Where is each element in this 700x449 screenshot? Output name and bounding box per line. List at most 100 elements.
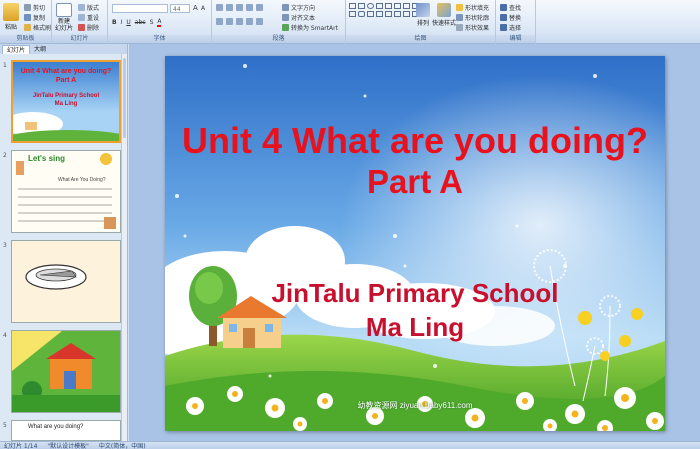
align-right-icon[interactable] xyxy=(236,18,243,25)
slide-watermark: 幼教资源网 ziyuan.baby611.com xyxy=(357,401,473,410)
slide-thumbnail-4[interactable] xyxy=(11,330,121,413)
shape-outline-button[interactable]: 形状轮廓 xyxy=(456,13,489,22)
arrange-button[interactable]: 排列 xyxy=(416,3,430,27)
text-direction-label: 文字方向 xyxy=(291,5,316,12)
clipboard-group-label: 剪贴板 xyxy=(0,35,51,43)
find-label: 查找 xyxy=(509,5,522,12)
shape-line-icon[interactable] xyxy=(349,3,356,9)
replace-button[interactable]: 替换 xyxy=(500,13,521,22)
layout-label: 版式 xyxy=(87,5,100,12)
new-slide-button[interactable]: 新建 幻灯片 xyxy=(55,3,73,32)
select-label: 选择 xyxy=(509,25,522,32)
slide-school-name[interactable]: JinTalu Primary School xyxy=(165,278,665,309)
underline-icon[interactable]: U xyxy=(126,19,130,26)
slide-thumbnail-1[interactable]: Unit 4 What are you doing? Part A JinTal… xyxy=(11,60,121,143)
drawing-group: 排列 快速样式 形状填充 形状轮廓 形状效果 绘图 xyxy=(346,0,496,44)
paste-label: 粘贴 xyxy=(4,24,17,31)
strikethrough-icon[interactable]: abc xyxy=(135,19,146,26)
paragraph-tools-row1 xyxy=(216,4,263,11)
align-center-icon[interactable] xyxy=(226,18,233,25)
slide-teacher-name[interactable]: Ma Ling xyxy=(165,312,665,343)
reset-label: 重设 xyxy=(87,15,100,22)
layout-button[interactable]: 版式 xyxy=(78,3,99,12)
justify-icon[interactable] xyxy=(246,18,253,25)
shadow-icon[interactable]: S xyxy=(150,19,154,26)
italic-icon[interactable]: I xyxy=(121,19,123,26)
shape-triangle-icon[interactable] xyxy=(376,3,383,9)
font-name-box[interactable] xyxy=(112,4,168,13)
shrink-font-icon[interactable]: A xyxy=(201,5,205,12)
shape-star-icon[interactable] xyxy=(394,3,401,9)
pane-scrollbar[interactable] xyxy=(121,54,127,441)
thumb-2-subtitle: What Are You Doing? xyxy=(58,177,106,183)
shape-bracket-icon[interactable] xyxy=(376,11,383,17)
clipboard-group: 粘贴 剪切 复制 格式刷 剪贴板 xyxy=(0,0,52,44)
shape-heart-icon[interactable] xyxy=(394,11,401,17)
slide-thumbnail-2[interactable]: Let's sing What Are You Doing? xyxy=(11,150,121,233)
thumb-4-art xyxy=(12,331,120,412)
delete-label: 删除 xyxy=(87,25,100,32)
shape-moon-icon[interactable] xyxy=(403,11,410,17)
format-painter-button[interactable]: 格式刷 xyxy=(24,23,51,32)
quick-styles-label: 快速样式 xyxy=(432,20,457,27)
numbering-icon[interactable] xyxy=(226,4,233,11)
increase-indent-icon[interactable] xyxy=(246,4,253,11)
paste-icon xyxy=(3,3,19,21)
smartart-button[interactable]: 转换为 SmartArt xyxy=(282,23,338,32)
find-button[interactable]: 查找 xyxy=(500,3,521,12)
decrease-indent-icon[interactable] xyxy=(236,4,243,11)
shape-round-rect-icon[interactable] xyxy=(358,11,365,17)
cursor-icon xyxy=(500,24,507,31)
shape-rect-icon[interactable] xyxy=(358,3,365,9)
align-text-button[interactable]: 对齐文本 xyxy=(282,13,315,22)
grow-font-icon[interactable]: A xyxy=(193,4,198,12)
paste-button[interactable]: 粘贴 xyxy=(3,3,19,31)
line-spacing-icon[interactable] xyxy=(256,4,263,11)
reset-button[interactable]: 重设 xyxy=(78,13,99,22)
thumb-1-title-line2: Part A xyxy=(55,77,77,84)
pane-scrollbar-thumb[interactable] xyxy=(123,58,126,138)
paragraph-tools-row2 xyxy=(216,18,263,25)
effects-icon xyxy=(456,24,463,31)
paint-bucket-icon xyxy=(456,4,463,11)
text-direction-button[interactable]: 文字方向 xyxy=(282,3,315,12)
slide-title-line1[interactable]: Unit 4 What are you doing? xyxy=(165,120,665,162)
paragraph-group: 文字方向 对齐文本 转换为 SmartArt 段落 xyxy=(212,0,346,44)
slide-thumbnail-3[interactable] xyxy=(11,240,121,323)
shape-callout-icon[interactable] xyxy=(403,3,410,9)
shape-fill-button[interactable]: 形状填充 xyxy=(456,3,489,12)
bold-icon[interactable]: B xyxy=(112,19,117,26)
quick-styles-button[interactable]: 快速样式 xyxy=(432,3,456,27)
shape-effects-button[interactable]: 形状效果 xyxy=(456,23,489,32)
brush-icon xyxy=(24,24,31,31)
copy-icon xyxy=(24,14,31,21)
tab-slides[interactable]: 幻灯片 xyxy=(2,45,31,54)
shape-brace-icon[interactable] xyxy=(367,11,374,17)
shape-pentagon-icon[interactable] xyxy=(385,11,392,17)
smartart-icon xyxy=(282,24,289,31)
replace-label: 替换 xyxy=(509,15,522,22)
select-button[interactable]: 选择 xyxy=(500,23,521,32)
current-slide[interactable]: Unit 4 What are you doing? Part A JinTal… xyxy=(165,56,665,431)
shape-curve-icon[interactable] xyxy=(349,11,356,17)
slide-thumbnail-pane: 幻灯片 大纲 1 Unit 4 What are you doing? Part… xyxy=(0,44,128,441)
font-size-box[interactable]: 44 xyxy=(170,4,190,13)
delete-button[interactable]: 删除 xyxy=(78,23,99,32)
shape-oval-icon[interactable] xyxy=(367,3,374,9)
tab-outline[interactable]: 大纲 xyxy=(30,45,50,54)
slide-number: 2 xyxy=(3,152,7,159)
layout-icon xyxy=(78,4,85,11)
columns-icon[interactable] xyxy=(256,18,263,25)
thumb-2-art xyxy=(16,153,116,229)
font-color-icon[interactable]: A xyxy=(157,18,162,27)
bullets-icon[interactable] xyxy=(216,4,223,11)
arrange-icon xyxy=(416,3,430,17)
copy-button[interactable]: 复制 xyxy=(24,13,45,22)
slide-thumbnail-5[interactable]: What are you doing? xyxy=(11,420,121,441)
shape-arrow-icon[interactable] xyxy=(385,3,392,9)
shapes-gallery[interactable] xyxy=(349,3,419,17)
slide-title-line2[interactable]: Part A xyxy=(165,163,665,201)
font-group-label: 字体 xyxy=(108,35,211,43)
align-left-icon[interactable] xyxy=(216,18,223,25)
cut-button[interactable]: 剪切 xyxy=(24,3,45,12)
